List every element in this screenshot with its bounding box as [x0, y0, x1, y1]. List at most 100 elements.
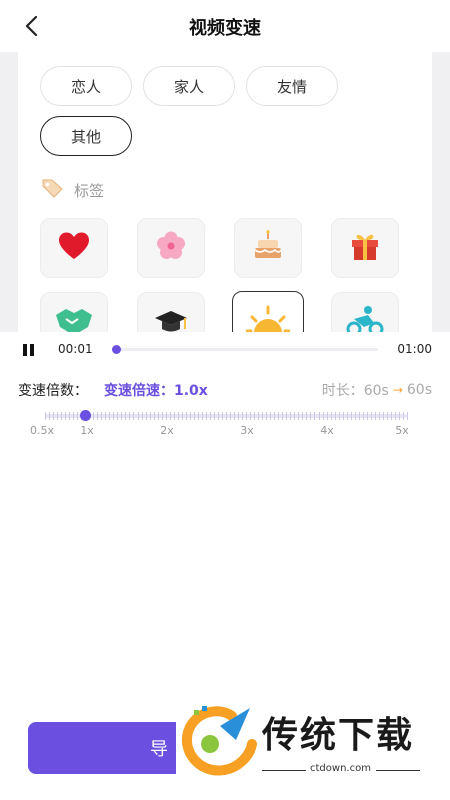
total-time: 01:00	[397, 342, 432, 356]
speed-slider-tick	[338, 412, 340, 420]
speed-slider-tick	[366, 412, 368, 420]
speed-slider-tick	[49, 412, 51, 420]
speed-slider-tick	[101, 412, 103, 420]
speed-slider-tick	[258, 412, 260, 420]
speed-slider-tick	[45, 412, 46, 420]
speed-slider-tick	[137, 412, 139, 420]
speed-label: 变速倍数：	[18, 383, 88, 399]
speed-slider-tick	[213, 412, 215, 420]
speed-slider-tick	[246, 412, 248, 420]
speed-slider-tick	[77, 412, 79, 420]
sticker-heart[interactable]	[40, 218, 108, 278]
duration-info: 时长：60s → 60s	[322, 380, 432, 400]
speed-slider-tick	[286, 412, 288, 420]
handshake-icon	[54, 305, 94, 332]
speed-slider[interactable]	[45, 410, 408, 422]
sunrise-icon	[245, 303, 291, 332]
speed-mark: 4x	[320, 424, 334, 437]
sticker-flower[interactable]	[137, 218, 205, 278]
playback-progress[interactable]	[112, 345, 378, 354]
current-time: 00:01	[58, 342, 93, 356]
speed-slider-tick	[173, 412, 175, 420]
speed-mark: 1x	[80, 424, 94, 437]
speed-slider-tick	[266, 412, 268, 420]
sticker-sunrise[interactable]	[232, 291, 304, 332]
speed-slider-tick	[93, 412, 95, 420]
speed-slider-tick	[193, 412, 195, 420]
chip-other[interactable]: 其他	[40, 116, 132, 156]
speed-mark: 3x	[240, 424, 254, 437]
speed-slider-tick	[378, 412, 380, 420]
speed-slider-tick	[334, 412, 336, 420]
speed-slider-tick	[342, 412, 344, 420]
video-preview: 恋人 家人 友情 其他 标签	[0, 52, 450, 332]
speed-slider-tick	[386, 412, 388, 420]
sticker-cake[interactable]	[234, 218, 302, 278]
sticker-handshake[interactable]	[40, 292, 108, 332]
flower-icon	[155, 230, 187, 266]
export-button[interactable]: 导	[28, 722, 188, 774]
speed-slider-tick	[230, 412, 232, 420]
speed-slider-tick	[394, 412, 396, 420]
speed-slider-tick	[165, 412, 167, 420]
speed-slider-tick	[322, 412, 324, 420]
tag-icon	[40, 178, 64, 202]
speed-slider-tick	[250, 412, 252, 420]
speed-slider-tick	[294, 412, 296, 420]
speed-slider-tick	[398, 412, 400, 420]
watermark-brand: 传统下载	[262, 715, 415, 756]
speed-slider-tick	[197, 412, 199, 420]
speed-slider-tick	[282, 412, 284, 420]
tag-header: 标签	[40, 178, 104, 202]
speed-slider-tick	[354, 412, 356, 420]
speed-row: 变速倍数： 变速倍速：1.0x 时长：60s → 60s	[18, 380, 432, 400]
chip-friendship[interactable]: 友情	[246, 66, 338, 106]
speed-slider-tick	[65, 412, 67, 420]
graduation-cap-icon	[153, 305, 189, 332]
speed-slider-tick	[185, 412, 187, 420]
speed-slider-tick	[145, 412, 147, 420]
speed-slider-tick	[149, 412, 151, 420]
chip-family[interactable]: 家人	[143, 66, 235, 106]
sticker-cyclist[interactable]	[331, 292, 399, 332]
speed-slider-tick	[278, 412, 280, 420]
speed-mark: 5x	[395, 424, 409, 437]
playback-progress-knob[interactable]	[112, 345, 121, 354]
speed-slider-tick	[242, 412, 244, 420]
speed-slider-tick	[226, 412, 227, 420]
speed-slider-tick	[382, 412, 384, 420]
speed-slider-tick	[370, 412, 372, 420]
speed-slider-tick	[129, 412, 131, 420]
player-bar: 00:01 01:00	[0, 332, 450, 368]
speed-slider-tick	[221, 412, 223, 420]
speed-slider-tick	[274, 412, 276, 420]
speed-slider-tick	[209, 412, 211, 420]
speed-slider-tick	[53, 412, 55, 420]
speed-slider-tick	[402, 412, 404, 420]
speed-slider-tick	[157, 412, 159, 420]
speed-slider-tick	[234, 412, 236, 420]
sticker-graduation[interactable]	[137, 292, 205, 332]
tag-label: 标签	[74, 181, 105, 200]
speed-slider-tick	[374, 412, 376, 420]
pause-icon[interactable]	[23, 344, 35, 356]
speed-slider-tick	[57, 412, 59, 420]
speed-slider-tick	[97, 412, 99, 420]
speed-slider-tick	[314, 412, 316, 420]
speed-slider-tick	[262, 412, 264, 420]
speed-slider-tick	[270, 412, 272, 420]
speed-slider-tick	[290, 412, 292, 420]
speed-slider-tick	[238, 412, 240, 420]
speed-slider-tick	[310, 412, 312, 420]
sticker-gift[interactable]	[331, 218, 399, 278]
duration-label: 时长：60s	[321, 383, 389, 399]
cake-icon	[252, 230, 284, 266]
speed-slider-tick	[358, 412, 360, 420]
top-bar: 视频变速	[0, 0, 450, 52]
speed-slider-tick	[113, 412, 115, 420]
speed-slider-tick	[169, 412, 171, 420]
speed-slider-tick	[189, 412, 191, 420]
chip-lovers[interactable]: 恋人	[40, 66, 132, 106]
watermark: 传统下载 ctdown.com	[176, 700, 450, 780]
speed-slider-tick	[298, 412, 300, 420]
